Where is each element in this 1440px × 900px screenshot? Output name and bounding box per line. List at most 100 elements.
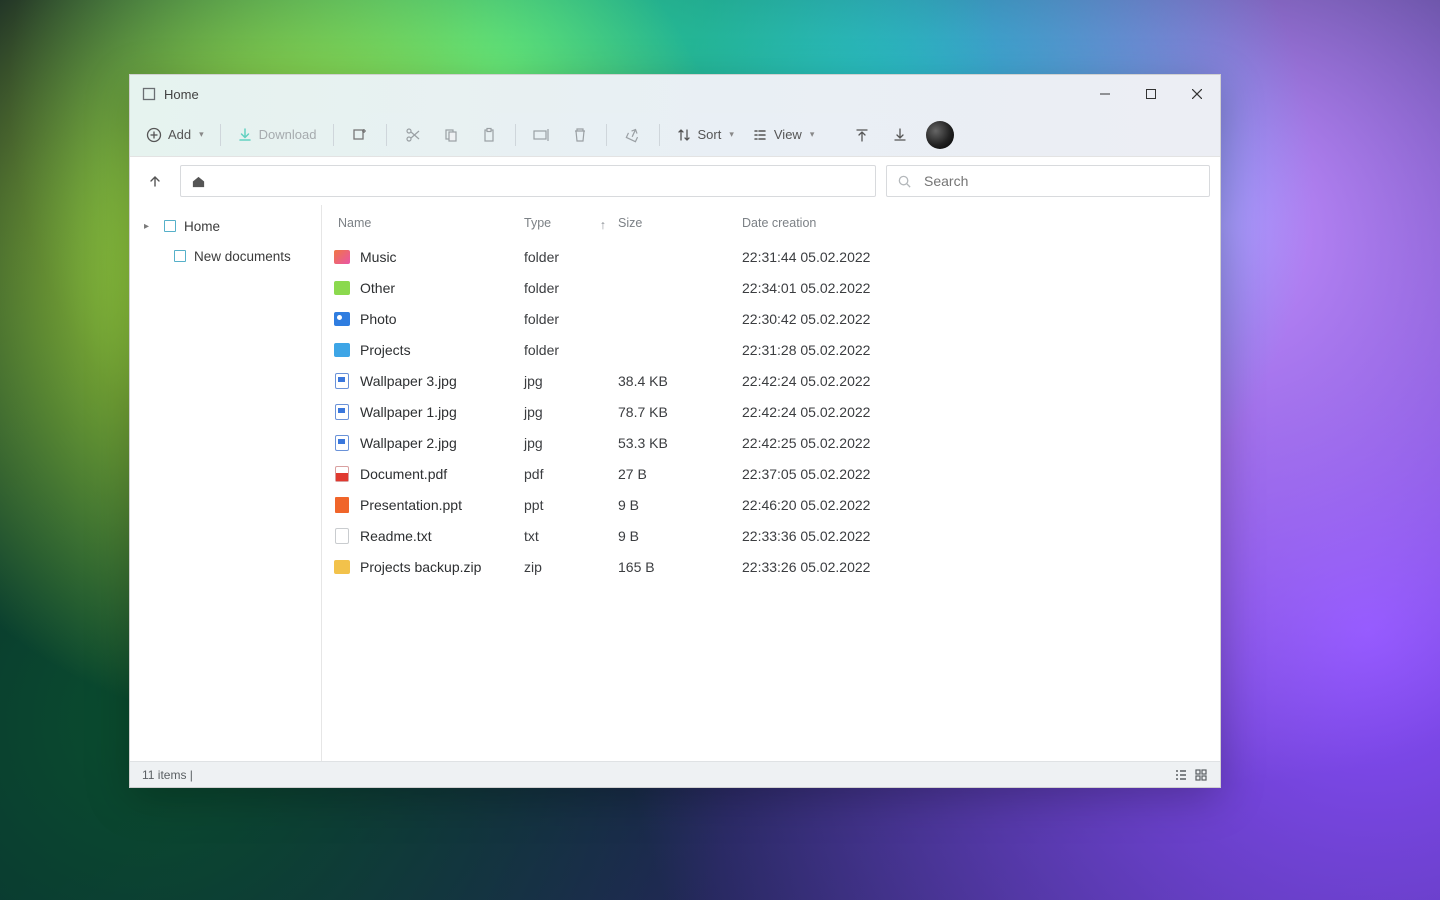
file-list: Name Type ↑ Size Date creation Musicfold… (322, 205, 1220, 761)
file-row[interactable]: Document.pdfpdf27 B22:37:05 05.02.2022 (332, 458, 1220, 489)
file-row[interactable]: Musicfolder22:31:44 05.02.2022 (332, 241, 1220, 272)
file-date: 22:31:28 05.02.2022 (742, 342, 962, 358)
delete-button[interactable] (562, 119, 598, 151)
file-date: 22:42:25 05.02.2022 (742, 435, 962, 451)
separator (606, 124, 607, 146)
file-date: 22:30:42 05.02.2022 (742, 311, 962, 327)
add-label: Add (168, 127, 191, 142)
col-date[interactable]: Date creation (742, 216, 942, 230)
separator (220, 124, 221, 146)
file-type: jpg (524, 435, 618, 451)
scissors-icon (405, 127, 421, 143)
file-size: 9 B (618, 528, 742, 544)
sort-button[interactable]: Sort ▾ (668, 119, 742, 151)
view-button[interactable]: View ▾ (744, 119, 822, 151)
separator (386, 124, 387, 146)
file-date: 22:31:44 05.02.2022 (742, 249, 962, 265)
file-row[interactable]: Wallpaper 2.jpgjpg53.3 KB22:42:25 05.02.… (332, 427, 1220, 458)
file-name: Photo (360, 311, 524, 327)
file-row[interactable]: Projectsfolder22:31:28 05.02.2022 (332, 334, 1220, 365)
search-box[interactable] (886, 165, 1210, 197)
file-name: Wallpaper 3.jpg (360, 373, 524, 389)
download-button[interactable]: Download (229, 119, 325, 151)
file-size: 9 B (618, 497, 742, 513)
file-date: 22:37:05 05.02.2022 (742, 466, 962, 482)
sidebar-item-home[interactable]: ▸ Home (130, 211, 321, 241)
col-size[interactable]: Size (618, 216, 742, 230)
share-button[interactable] (615, 119, 651, 151)
file-name: Wallpaper 1.jpg (360, 404, 524, 420)
file-row[interactable]: Projects backup.zipzip165 B22:33:26 05.0… (332, 551, 1220, 582)
file-type: jpg (524, 373, 618, 389)
titlebar[interactable]: Home (130, 75, 1220, 113)
file-type: folder (524, 249, 618, 265)
separator (659, 124, 660, 146)
file-type-icon (332, 528, 352, 544)
col-name[interactable]: Name (332, 216, 524, 230)
sidebar-item-new-documents[interactable]: New documents (130, 241, 321, 271)
view-list-toggle[interactable] (1174, 768, 1188, 782)
file-name: Wallpaper 2.jpg (360, 435, 524, 451)
sort-label: Sort (698, 127, 722, 142)
file-type: txt (524, 528, 618, 544)
file-name: Readme.txt (360, 528, 524, 544)
file-name: Projects backup.zip (360, 559, 524, 575)
minimize-button[interactable] (1082, 75, 1128, 113)
clipboard-icon (481, 127, 497, 143)
maximize-button[interactable] (1128, 75, 1174, 113)
column-headers: Name Type ↑ Size Date creation (332, 205, 1220, 241)
file-type-icon (332, 281, 352, 295)
file-name: Document.pdf (360, 466, 524, 482)
go-up-button[interactable] (140, 166, 170, 196)
file-type-icon (332, 250, 352, 264)
folder-icon (174, 250, 186, 262)
file-date: 22:42:24 05.02.2022 (742, 404, 962, 420)
download-icon (237, 127, 253, 143)
nav-row (130, 157, 1220, 205)
separator (515, 124, 516, 146)
paste-button[interactable] (471, 119, 507, 151)
file-row[interactable]: Otherfolder 22:34:01 05.02.2022 (332, 272, 1220, 303)
file-name: Other (360, 280, 524, 296)
file-type: folder (524, 280, 618, 296)
view-list-icon (752, 127, 768, 143)
new-tab-button[interactable] (342, 119, 378, 151)
rename-button[interactable] (524, 119, 560, 151)
search-icon (897, 174, 912, 189)
file-row[interactable]: Presentation.pptppt9 B22:46:20 05.02.202… (332, 489, 1220, 520)
file-date: 22:33:26 05.02.2022 (742, 559, 962, 575)
file-rows: Musicfolder22:31:44 05.02.2022Otherfolde… (332, 241, 1220, 582)
rename-icon (533, 128, 551, 142)
file-type-icon (332, 497, 352, 513)
file-row[interactable]: Readme.txttxt9 B22:33:36 05.02.2022 (332, 520, 1220, 551)
download-label: Download (259, 127, 317, 142)
file-type-icon (332, 312, 352, 326)
file-row[interactable]: Wallpaper 3.jpgjpg38.4 KB22:42:24 05.02.… (332, 365, 1220, 396)
file-type-icon (332, 466, 352, 482)
file-date: 22:33:36 05.02.2022 (742, 528, 962, 544)
file-size: 53.3 KB (618, 435, 742, 451)
user-avatar[interactable] (926, 121, 954, 149)
file-type: pdf (524, 466, 618, 482)
address-bar[interactable] (180, 165, 876, 197)
trash-icon (572, 127, 588, 143)
sort-asc-icon: ↑ (600, 218, 606, 232)
chevron-right-icon: ▸ (144, 221, 156, 232)
add-button[interactable]: Add ▾ (138, 119, 212, 151)
upload-button[interactable] (844, 119, 880, 151)
file-row[interactable]: Wallpaper 1.jpgjpg78.7 KB22:42:24 05.02.… (332, 396, 1220, 427)
copy-button[interactable] (433, 119, 469, 151)
view-grid-toggle[interactable] (1194, 768, 1208, 782)
file-type-icon (332, 373, 352, 389)
file-row[interactable]: Photofolder22:30:42 05.02.2022 (332, 303, 1220, 334)
search-input[interactable] (924, 173, 1199, 189)
close-button[interactable] (1174, 75, 1220, 113)
file-date: 22:34:01 05.02.2022 (742, 280, 962, 296)
chevron-down-icon: ▾ (810, 129, 815, 140)
col-type[interactable]: Type ↑ (524, 216, 618, 230)
cut-button[interactable] (395, 119, 431, 151)
separator (333, 124, 334, 146)
download-arrow-button[interactable] (882, 119, 918, 151)
col-type-label: Type (524, 216, 551, 230)
sort-icon (676, 127, 692, 143)
